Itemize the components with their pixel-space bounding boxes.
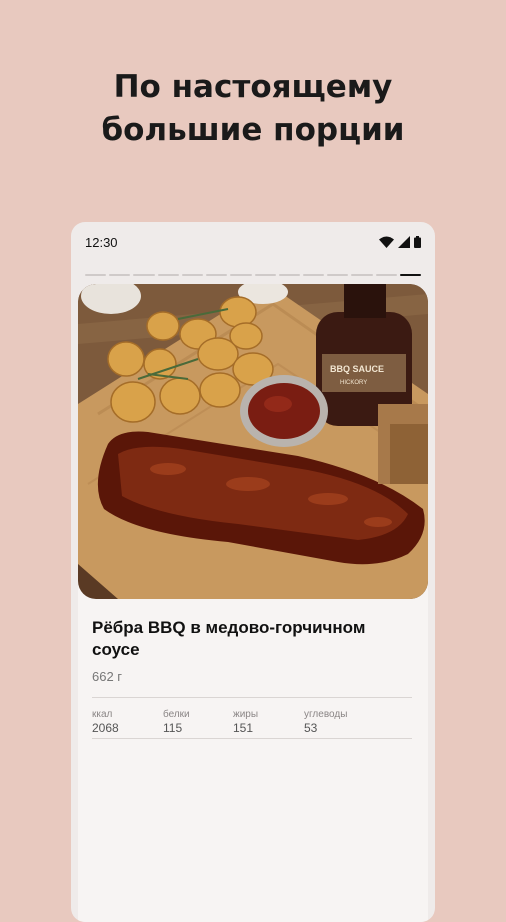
headline-line-2: большие порции bbox=[101, 112, 405, 148]
sauce-sublabel: HICKORY bbox=[340, 380, 367, 386]
story-progress-segment bbox=[375, 274, 397, 276]
story-progress-segment bbox=[109, 274, 131, 276]
dish-title: Рёбра BBQ в медово-горчичном соусе bbox=[92, 618, 366, 659]
wifi-icon bbox=[379, 236, 394, 248]
story-progress-segment bbox=[327, 274, 349, 276]
dish-weight: 662 г bbox=[92, 669, 123, 684]
battery-icon bbox=[414, 236, 421, 248]
nutrition-carbs: углеводы 53 bbox=[304, 709, 347, 736]
nutrition-label: углеводы bbox=[304, 709, 348, 720]
status-icons bbox=[379, 236, 421, 248]
story-progress-segment bbox=[206, 274, 228, 276]
nutrition-value: 53 bbox=[304, 721, 318, 735]
story-progress bbox=[85, 274, 422, 276]
story-progress-segment bbox=[230, 274, 252, 276]
dish-card[interactable]: BBQ SAUCE HICKORY Рёбра BBQ в медово-гор… bbox=[78, 284, 428, 922]
story-progress-segment bbox=[85, 274, 107, 276]
headline-line-1: По настоящему bbox=[113, 69, 393, 105]
story-progress-segment bbox=[399, 274, 422, 276]
story-progress-segment bbox=[181, 274, 204, 276]
nutrition-value: 151 bbox=[233, 721, 254, 735]
story-progress-segment bbox=[278, 274, 300, 276]
nutrition-fat: жиры 151 bbox=[233, 709, 258, 736]
divider-bottom bbox=[92, 738, 412, 739]
nutrition-value: 115 bbox=[163, 721, 183, 735]
phone-screen: 12:30 BBQ SAUCE HICKORY Рёбра BBQ в медо… bbox=[71, 222, 435, 922]
story-progress-segment bbox=[157, 274, 179, 276]
story-progress-segment bbox=[133, 274, 155, 276]
status-time: 12:30 bbox=[85, 235, 118, 250]
nutrition-protein: белки 115 bbox=[163, 709, 190, 736]
story-progress-segment bbox=[351, 274, 373, 276]
divider-top bbox=[92, 697, 412, 698]
story-progress-segment bbox=[254, 274, 276, 276]
signal-icon bbox=[398, 236, 410, 248]
dish-photo: BBQ SAUCE HICKORY bbox=[78, 284, 428, 599]
promo-headline: По настоящему большие порции bbox=[0, 66, 506, 152]
nutrition-kcal: ккал 2068 bbox=[92, 709, 119, 736]
nutrition-label: белки bbox=[163, 709, 190, 720]
nutrition-facts: ккал 2068 белки 115 жиры 151 углеводы 53 bbox=[92, 709, 412, 735]
sauce-label: BBQ SAUCE bbox=[330, 364, 384, 374]
status-bar: 12:30 bbox=[71, 222, 435, 262]
story-progress-segment bbox=[302, 274, 325, 276]
nutrition-value: 2068 bbox=[92, 721, 119, 735]
nutrition-label: жиры bbox=[233, 709, 259, 720]
nutrition-label: ккал bbox=[92, 709, 113, 720]
